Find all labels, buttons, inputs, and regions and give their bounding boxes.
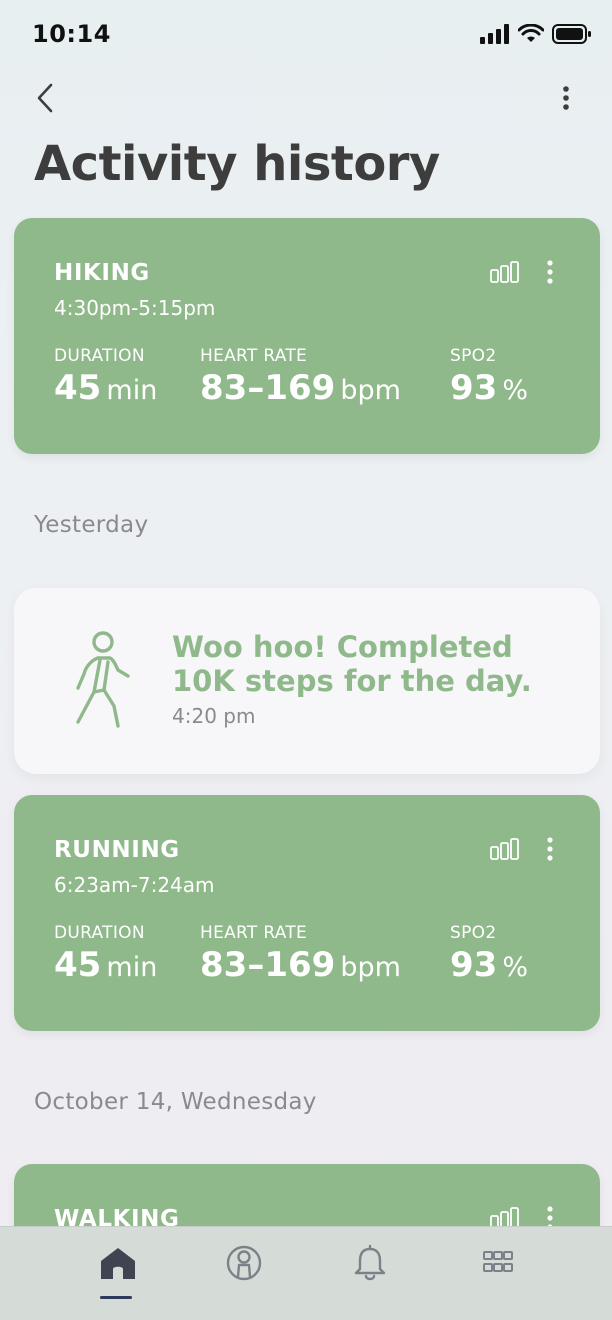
walking-person-icon [76, 631, 130, 728]
stat-unit: bpm [340, 952, 401, 983]
activity-card-running[interactable]: RUNNING 6:23am-7:24am DURATION 45 min HE… [14, 795, 600, 1031]
stat-number: 45 [54, 368, 102, 408]
section-heading-october-14: October 14, Wednesday [34, 1089, 317, 1115]
kebab-menu-icon[interactable] [546, 837, 554, 861]
battery-icon [552, 24, 591, 44]
stat-number: 93 [450, 368, 498, 408]
status-time: 10:14 [32, 20, 111, 48]
page-title: Activity history [34, 136, 440, 192]
activity-type: RUNNING [54, 837, 180, 863]
stat-label: SPO2 [450, 346, 497, 366]
tab-notifications[interactable] [340, 1243, 400, 1303]
stat-duration: DURATION 45 min [54, 346, 157, 408]
activity-time-range: 6:23am-7:24am [54, 873, 215, 897]
achievement-card[interactable]: Woo hoo! Completed 10K steps for the day… [14, 588, 600, 774]
wifi-icon [518, 24, 544, 42]
stat-unit: min [106, 375, 158, 406]
kebab-menu-icon[interactable] [546, 260, 554, 284]
stat-heart-rate: HEART RATE 83–169 bpm [200, 346, 401, 408]
stat-number: 93 [450, 945, 498, 985]
kebab-menu-icon [563, 86, 569, 110]
stat-unit: % [502, 375, 529, 406]
activity-time-range: 4:30pm-5:15pm [54, 296, 216, 320]
signal-icon [480, 24, 509, 44]
stat-number: 45 [54, 945, 102, 985]
activity-card-hiking[interactable]: HIKING 4:30pm-5:15pm DURATION 45 min HEA… [14, 218, 600, 454]
stat-unit: bpm [340, 375, 401, 406]
stat-spo2: SPO2 93 % [450, 346, 528, 408]
stat-label: HEART RATE [200, 346, 308, 366]
tab-home[interactable] [88, 1243, 148, 1303]
status-bar: 10:14 [0, 0, 612, 70]
status-icons [480, 24, 592, 44]
stat-duration: DURATION 45 min [54, 923, 157, 985]
stat-number: 83–169 [200, 368, 336, 408]
achievement-time: 4:20 pm [172, 704, 256, 728]
grid-icon [483, 1251, 513, 1272]
stat-unit: min [106, 952, 158, 983]
home-icon [101, 1248, 135, 1279]
stat-spo2: SPO2 93 % [450, 923, 528, 985]
more-options-button[interactable] [554, 82, 578, 114]
bar-chart-icon[interactable] [490, 838, 520, 860]
tab-apps[interactable] [468, 1243, 528, 1303]
chevron-left-icon [37, 83, 53, 113]
stat-number: 83–169 [200, 945, 336, 985]
stat-label: DURATION [54, 923, 145, 943]
stat-heart-rate: HEART RATE 83–169 bpm [200, 923, 401, 985]
stat-unit: % [502, 952, 529, 983]
activity-type: HIKING [54, 260, 150, 286]
active-tab-indicator [100, 1296, 132, 1299]
card-actions [490, 260, 554, 284]
bell-icon [354, 1244, 386, 1281]
tab-profile[interactable] [214, 1243, 274, 1303]
bar-chart-icon[interactable] [490, 261, 520, 283]
stat-label: SPO2 [450, 923, 497, 943]
bottom-nav [0, 1226, 612, 1320]
achievement-title: Woo hoo! Completed 10K steps for the day… [172, 630, 532, 698]
section-heading-yesterday: Yesterday [34, 512, 149, 538]
stat-label: HEART RATE [200, 923, 308, 943]
card-actions [490, 837, 554, 861]
profile-icon [226, 1245, 262, 1281]
stat-label: DURATION [54, 346, 145, 366]
back-button[interactable] [30, 80, 62, 116]
